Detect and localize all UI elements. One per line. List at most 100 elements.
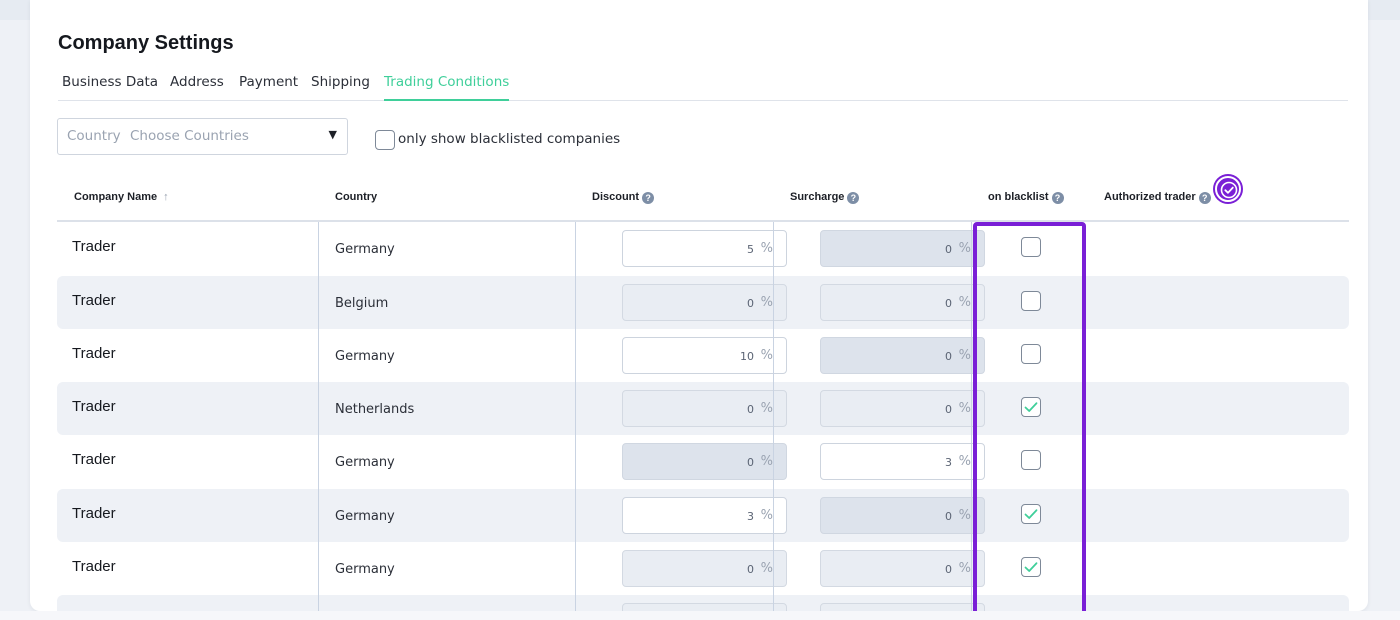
company-country: Netherlands [335, 402, 415, 417]
table-row: Trader Germany 0 % 3 % [57, 435, 1349, 488]
caret-down-icon: ▼ [328, 128, 337, 141]
company-name[interactable]: Trader [72, 451, 116, 468]
page-title: Company Settings [58, 32, 234, 54]
column-company-name-label: Company Name [74, 191, 158, 203]
discount-input[interactable]: 0 % [622, 284, 787, 321]
company-name[interactable]: Trader [72, 558, 116, 575]
tab-bar: Business Data Address Payment Shipping T… [58, 74, 1348, 101]
column-surcharge-label: Surcharge [790, 191, 845, 203]
surcharge-input[interactable]: 0 % [820, 497, 985, 534]
table-row: Trader Germany 5 % 0 % [57, 222, 1349, 275]
surcharge-value: 0 [945, 403, 952, 416]
surcharge-value: 0 [945, 350, 952, 363]
column-surcharge: Surcharge? [790, 191, 860, 204]
discount-value: 0 [747, 403, 754, 416]
company-country: Germany [335, 349, 395, 364]
company-country: Germany [335, 509, 395, 524]
company-country: Germany [335, 455, 395, 470]
company-name[interactable]: Trader [72, 398, 116, 415]
discount-input[interactable]: 0 % [622, 443, 787, 480]
surcharge-input[interactable]: 0 % [820, 337, 985, 374]
table-row: Trader Germany 0 % 0 % [57, 542, 1349, 595]
surcharge-value: 0 [945, 243, 952, 256]
surcharge-value: 0 [945, 510, 952, 523]
column-divider [773, 222, 774, 611]
discount-value: 3 [747, 510, 754, 523]
question-circle-icon[interactable]: ? [847, 192, 860, 204]
tab-address[interactable]: Address [170, 74, 224, 101]
column-divider [318, 222, 319, 611]
surcharge-input[interactable]: 3 % [820, 443, 985, 480]
table-row: Trader Netherlands 0 % 0 % [57, 382, 1349, 435]
column-authorized-label: Authorized trader [1104, 191, 1196, 203]
discount-value: 0 [747, 297, 754, 310]
blacklist-only-checkbox[interactable] [375, 130, 395, 150]
table-row: Trader Belgium 0 % 0 % [57, 276, 1349, 329]
discount-input[interactable]: 10 % [622, 337, 787, 374]
discount-input[interactable] [622, 603, 787, 611]
company-settings-card: Company Settings Business Data Address P… [30, 0, 1368, 611]
column-divider [575, 222, 576, 611]
surcharge-input[interactable]: 0 % [820, 230, 985, 267]
percent-unit: % [958, 348, 971, 363]
surcharge-value: 0 [945, 563, 952, 576]
percent-unit: % [958, 508, 971, 523]
question-circle-icon[interactable]: ? [1051, 192, 1064, 204]
discount-value: 0 [747, 563, 754, 576]
surcharge-input[interactable]: 0 % [820, 390, 985, 427]
question-circle-icon[interactable]: ? [642, 192, 655, 204]
column-authorized-trader: Authorized trader? [1104, 191, 1211, 204]
column-country: Country [335, 191, 378, 203]
percent-unit: % [958, 401, 971, 416]
percent-unit: % [958, 295, 971, 310]
percent-unit: % [760, 348, 773, 363]
discount-input[interactable]: 5 % [622, 230, 787, 267]
discount-input[interactable]: 0 % [622, 390, 787, 427]
discount-value: 5 [747, 243, 754, 256]
company-name[interactable]: Trader [72, 292, 116, 309]
discount-input[interactable]: 3 % [622, 497, 787, 534]
company-name[interactable]: Trader [72, 345, 116, 362]
discount-input[interactable]: 0 % [622, 550, 787, 587]
country-filter-placeholder: Choose Countries [130, 128, 249, 144]
discount-value: 0 [747, 456, 754, 469]
surcharge-input[interactable] [820, 603, 985, 611]
column-discount-label: Discount [592, 191, 640, 203]
table-header: Company Name ↑ Country Discount? Surcharg… [57, 176, 1349, 222]
tab-payment[interactable]: Payment [239, 74, 298, 101]
surcharge-input[interactable]: 0 % [820, 550, 985, 587]
company-name[interactable]: Trader [72, 238, 116, 255]
column-company-name[interactable]: Company Name ↑ [74, 191, 169, 203]
country-filter-label: Country [67, 128, 121, 144]
table-row: Trader Germany 10 % 0 % [57, 329, 1349, 382]
percent-unit: % [760, 561, 773, 576]
percent-unit: % [760, 295, 773, 310]
surcharge-value: 3 [945, 456, 952, 469]
percent-unit: % [760, 454, 773, 469]
tab-business-data[interactable]: Business Data [62, 74, 158, 101]
percent-unit: % [760, 508, 773, 523]
percent-unit: % [958, 454, 971, 469]
company-country: Germany [335, 242, 395, 257]
tab-trading-conditions[interactable]: Trading Conditions [384, 74, 510, 101]
percent-unit: % [958, 241, 971, 256]
blacklist-column-highlight [973, 222, 1086, 615]
question-circle-icon[interactable]: ? [1198, 192, 1211, 204]
surcharge-value: 0 [945, 297, 952, 310]
blacklist-only-label: only show blacklisted companies [398, 131, 621, 147]
tab-shipping[interactable]: Shipping [311, 74, 370, 101]
column-discount: Discount? [592, 191, 655, 204]
table-row [57, 595, 1349, 611]
surcharge-input[interactable]: 0 % [820, 284, 985, 321]
company-country: Belgium [335, 296, 389, 311]
company-name[interactable]: Trader [72, 505, 116, 522]
discount-value: 10 [740, 350, 754, 363]
column-divider [971, 222, 972, 611]
arrow-up-icon[interactable]: ↑ [163, 191, 169, 203]
percent-unit: % [760, 401, 773, 416]
verified-check-badge-icon [1215, 176, 1241, 202]
country-filter-select[interactable]: Country Choose Countries ▼ [57, 118, 348, 155]
percent-unit: % [958, 561, 971, 576]
company-country: Germany [335, 562, 395, 577]
column-blacklist-label: on blacklist [988, 191, 1049, 203]
